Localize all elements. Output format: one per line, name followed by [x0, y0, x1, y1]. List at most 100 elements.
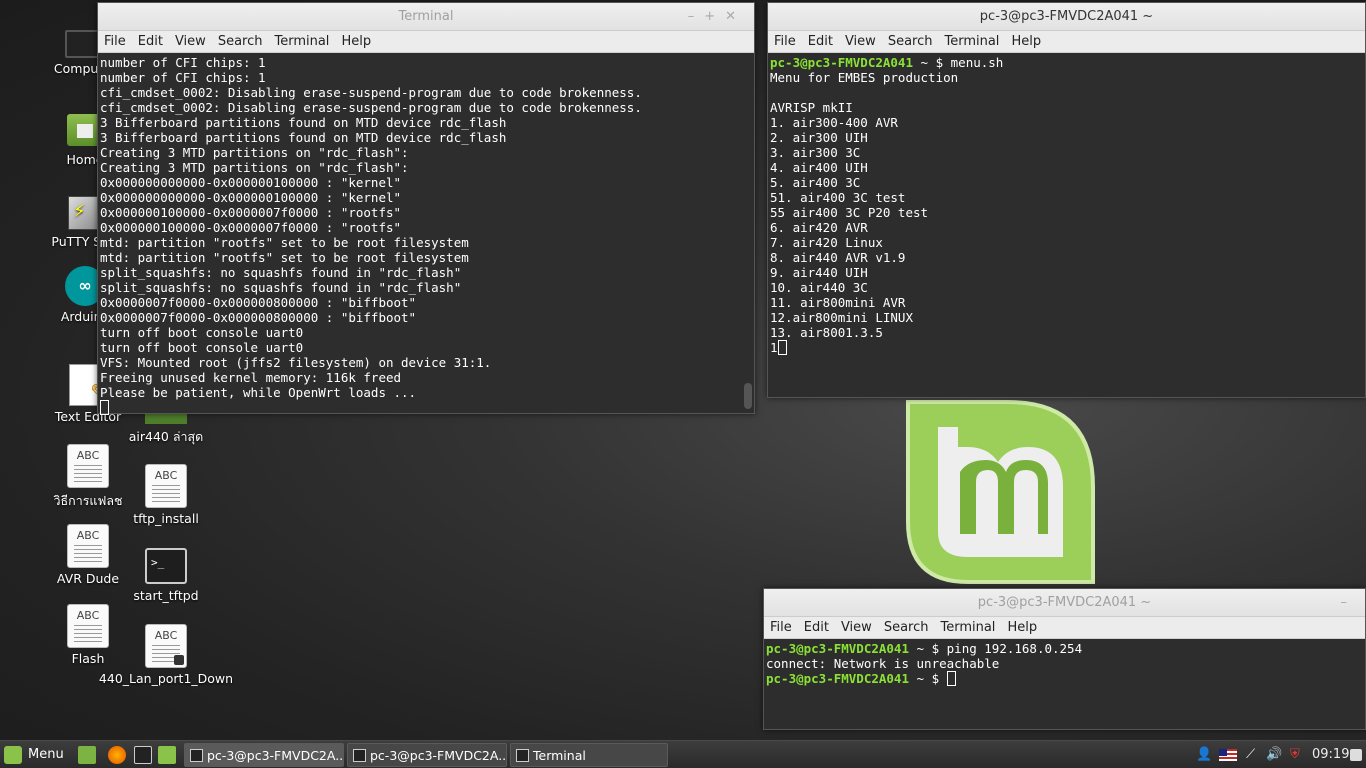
- menu-line: 6. air420 AVR: [770, 220, 868, 235]
- menu-help[interactable]: Help: [1007, 620, 1037, 635]
- terminal-output[interactable]: number of CFI chips: 1 number of CFI chi…: [98, 53, 754, 417]
- log-line: cfi_cmdset_0002: Disabling erase-suspend…: [100, 85, 642, 100]
- document-icon: ABC: [67, 444, 109, 488]
- menu-line: 11. air800mini AVR: [770, 295, 906, 310]
- menu-line: 2. air300 UIH: [770, 130, 868, 145]
- log-line: cfi_cmdset_0002: Disabling erase-suspend…: [100, 100, 642, 115]
- terminal-window-serial[interactable]: Terminal –+✕ File Edit View Search Terminal H…: [97, 2, 755, 417]
- menu-help[interactable]: Help: [341, 34, 371, 49]
- menu-view[interactable]: View: [845, 34, 876, 49]
- window-controls[interactable]: –+✕: [688, 3, 746, 31]
- menu-terminal[interactable]: Terminal: [274, 34, 329, 49]
- log-line: 0x0000007f0000-0x000000800000 : "biffboo…: [100, 310, 417, 325]
- files-launcher-icon[interactable]: [158, 746, 176, 764]
- terminal-output[interactable]: pc-3@pc3-FMVDC2A041 ~ $ ping 192.168.0.2…: [764, 639, 1365, 688]
- menu-terminal[interactable]: Terminal: [940, 620, 995, 635]
- firefox-icon[interactable]: [108, 746, 126, 764]
- menu-line: 5. air400 3C: [770, 175, 861, 190]
- desktop-icon-lan-port[interactable]: ABC 440_Lan_port1_Down: [96, 624, 236, 686]
- window-titlebar[interactable]: Terminal –+✕: [98, 3, 754, 31]
- menu-search[interactable]: Search: [218, 34, 263, 49]
- menu-help[interactable]: Help: [1011, 34, 1041, 49]
- terminal-launcher-icon[interactable]: [134, 746, 152, 764]
- terminal-icon: [353, 749, 366, 762]
- terminal-icon: [190, 749, 203, 762]
- start-menu-button[interactable]: Menu: [4, 741, 64, 768]
- taskbar-task-2[interactable]: pc-3@pc3-FMVDC2A...: [347, 743, 507, 767]
- menu-file[interactable]: File: [104, 34, 126, 49]
- menu-view[interactable]: View: [175, 34, 206, 49]
- us-flag-keyboard-icon[interactable]: [1219, 741, 1239, 768]
- window-controls[interactable]: –: [1341, 589, 1358, 617]
- menu-line: 10. air440 3C: [770, 280, 868, 295]
- log-line: 3 Bifferboard partitions found on MTD de…: [100, 130, 507, 145]
- menu-line: 55 air400 3C P20 test: [770, 205, 929, 220]
- menu-search[interactable]: Search: [884, 620, 929, 635]
- locked-document-icon: ABC: [145, 624, 187, 668]
- desktop-icon-tftp-install[interactable]: ABC tftp_install: [111, 464, 221, 526]
- window-titlebar[interactable]: pc-3@pc3-FMVDC2A041 ~: [768, 3, 1365, 31]
- log-line: mtd: partition "rootfs" set to be root f…: [100, 250, 469, 265]
- log-line: 0x0000007f0000-0x000000800000 : "biffboo…: [100, 295, 417, 310]
- menu-terminal[interactable]: Terminal: [944, 34, 999, 49]
- text-cursor: [777, 340, 787, 355]
- show-desktop-tray-icon[interactable]: [1350, 749, 1362, 761]
- menu-line: 1. air300-400 AVR: [770, 115, 898, 130]
- terminal-window-ping[interactable]: pc-3@pc3-FMVDC2A041 ~ – File Edit View Sear…: [763, 588, 1366, 730]
- menubar: File Edit View Search Terminal Help: [768, 31, 1365, 53]
- log-line: Please be patient, while OpenWrt loads .…: [100, 385, 417, 400]
- menu-line: 7. air420 Linux: [770, 235, 883, 250]
- shield-icon[interactable]: ⛨: [1290, 741, 1300, 768]
- menu-edit[interactable]: Edit: [804, 620, 829, 635]
- user-icon[interactable]: 👤: [1196, 741, 1212, 768]
- lock-icon: [174, 655, 184, 665]
- menu-line: 13. air8001.3.5: [770, 325, 883, 340]
- log-line: 0x000000000000-0x000000100000 : "kernel": [100, 190, 402, 205]
- log-line: Creating 3 MTD partitions on "rdc_flash"…: [100, 160, 409, 175]
- document-icon: ABC: [145, 464, 187, 508]
- terminal-output[interactable]: pc-3@pc3-FMVDC2A041 ~ $ menu.sh Menu for…: [768, 53, 1365, 357]
- text-cursor: [946, 671, 956, 686]
- menu-file[interactable]: File: [774, 34, 796, 49]
- menu-edit[interactable]: Edit: [138, 34, 163, 49]
- menubar: File Edit View Search Terminal Help: [764, 617, 1365, 639]
- menu-line: Menu for EMBES production: [770, 70, 959, 85]
- log-line: turn off boot console uart0: [100, 340, 304, 355]
- volume-icon[interactable]: 🔊: [1266, 741, 1282, 768]
- log-line: split_squashfs: no squashfs found in "rd…: [100, 280, 462, 295]
- taskbar-task-3[interactable]: Terminal: [510, 743, 668, 767]
- taskbar-task-1[interactable]: pc-3@pc3-FMVDC2A...: [184, 743, 344, 767]
- menu-line: 3. air300 3C: [770, 145, 861, 160]
- log-line: turn off boot console uart0: [100, 325, 304, 340]
- mint-menu-icon: [4, 746, 22, 764]
- menubar: File Edit View Search Terminal Help: [98, 31, 754, 53]
- log-line: VFS: Mounted root (jffs2 filesystem) on …: [100, 355, 492, 370]
- linux-mint-logo: [906, 400, 1095, 584]
- show-desktop-icon[interactable]: [78, 746, 96, 764]
- menu-edit[interactable]: Edit: [808, 34, 833, 49]
- menu-line: 9. air440 UIH: [770, 265, 868, 280]
- window-titlebar[interactable]: pc-3@pc3-FMVDC2A041 ~ –: [764, 589, 1365, 617]
- log-line: 0x000000100000-0x0000007f0000 : "rootfs": [100, 205, 402, 220]
- log-line: Freeing unused kernel memory: 116k freed: [100, 370, 402, 385]
- menu-search[interactable]: Search: [888, 34, 933, 49]
- scrollbar-thumb[interactable]: [744, 383, 752, 409]
- menu-file[interactable]: File: [770, 620, 792, 635]
- log-line: Creating 3 MTD partitions on "rdc_flash"…: [100, 145, 409, 160]
- menu-line: AVRISP mkII: [770, 100, 853, 115]
- menu-listing: Menu for EMBES production AVRISP mkII 1.…: [770, 70, 958, 340]
- terminal-icon: [516, 749, 529, 762]
- document-icon: ABC: [67, 524, 109, 568]
- network-icon[interactable]: ⟋: [1246, 741, 1255, 768]
- log-line: 3 Bifferboard partitions found on MTD de…: [100, 115, 507, 130]
- menu-line: 12.air800mini LINUX: [770, 310, 913, 325]
- terminal-window-menu[interactable]: pc-3@pc3-FMVDC2A041 ~ File Edit View Search…: [767, 2, 1366, 398]
- menu-view[interactable]: View: [841, 620, 872, 635]
- text-cursor: [100, 400, 109, 415]
- log-line: 0x000000100000-0x0000007f0000 : "rootfs": [100, 220, 402, 235]
- log-line: split_squashfs: no squashfs found in "rd…: [100, 265, 462, 280]
- clock[interactable]: 09:19: [1312, 741, 1349, 768]
- menu-line: 4. air400 UIH: [770, 160, 868, 175]
- desktop-icon-start-tftpd[interactable]: >_ start_tftpd: [111, 544, 221, 603]
- menu-line: 8. air440 AVR v1.9: [770, 250, 906, 265]
